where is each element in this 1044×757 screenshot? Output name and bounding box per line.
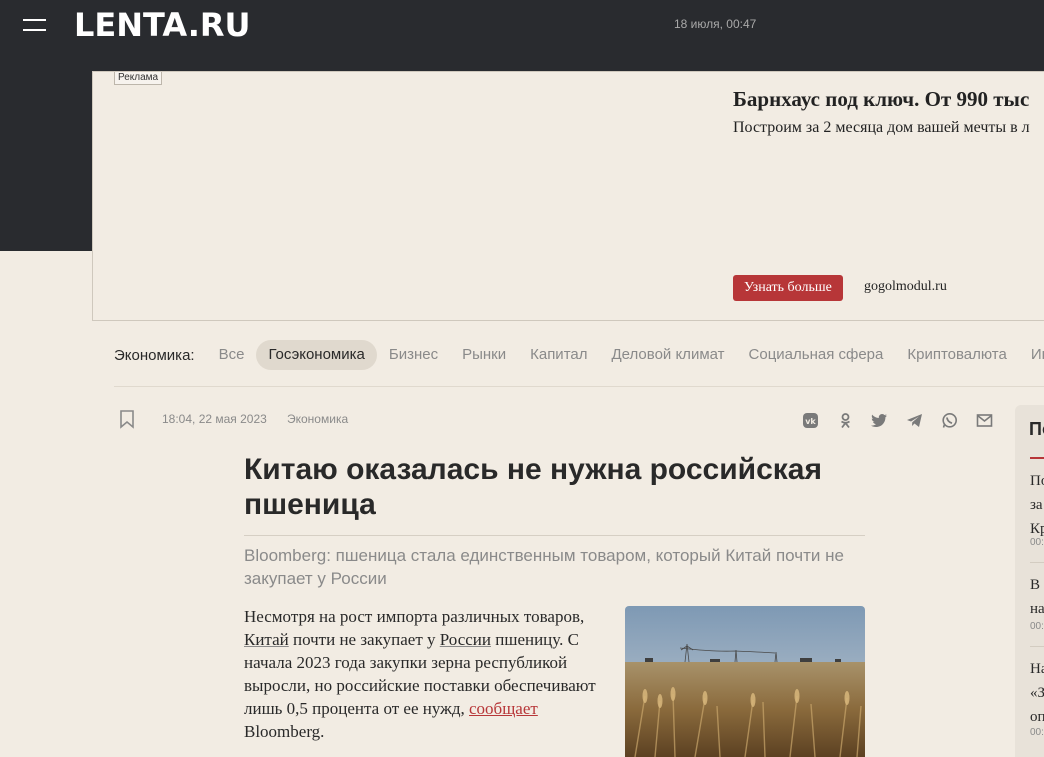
rubric-all[interactable]: Все [207,340,257,370]
rubrics-nav: Экономика: Все Госэкономика Бизнес Рынки… [114,340,1044,370]
divider [1030,562,1044,563]
rubrics-title: Экономика: [114,346,195,364]
sidebar-news-line: за [1030,497,1043,513]
divider [114,386,1044,387]
body-text: Несмотря на рост импорта различных товар… [244,607,585,626]
link-china[interactable]: Китай [244,630,289,649]
sidebar-news-time: 00: [1030,727,1044,738]
link-russia[interactable]: России [440,630,491,649]
sidebar-news-line: По [1030,473,1044,489]
logo[interactable]: LENTA.RU [74,5,251,45]
rubric-business[interactable]: Бизнес [377,340,450,370]
sidebar-news-line: оп [1030,709,1044,725]
bookmark-icon[interactable] [119,410,135,429]
body-text: почти не закупает у [288,630,440,649]
article-time: 18:04, 22 мая 2023 [162,412,267,426]
ok-icon[interactable] [836,411,854,429]
ad-banner[interactable]: Реклама Барнхаус под ключ. От 990 тыс По… [92,71,1044,321]
article-rubric-link[interactable]: Экономика [287,412,348,426]
link-source[interactable]: сообщает [469,699,538,718]
divider [1030,646,1044,647]
ad-description: Построим за 2 месяца дом вашей мечты в л [733,119,1030,136]
sidebar-news-item[interactable]: В на [1030,573,1044,621]
sidebar-news-time: 00: [1030,621,1044,632]
sidebar-title: По [1029,419,1044,439]
svg-text:vk: vk [805,417,816,426]
body-text: Bloomberg. [244,722,325,741]
ad-label: Реклама [114,72,163,85]
rubric-social[interactable]: Социальная сфера [737,340,896,370]
sidebar-news-line: на [1030,601,1044,617]
sidebar-news-line: «З [1030,685,1044,701]
popular-sidebar: По По за Кр 00: В на 00: На «З оп 00: [1015,405,1044,757]
vk-icon[interactable]: vk [801,411,819,429]
sidebar-news-line: На [1030,661,1044,677]
sidebar-news-line: В [1030,577,1041,593]
twitter-icon[interactable] [870,411,888,429]
rubric-goseconomy[interactable]: Госэкономика [256,340,377,370]
article-lead: Bloomberg: пшеница стала единственным то… [244,546,844,588]
mail-icon[interactable] [975,411,993,429]
sidebar-news-item[interactable]: На «З оп [1030,657,1044,729]
ad-domain[interactable]: gogolmodul.ru [864,279,947,295]
rubric-markets[interactable]: Рынки [450,340,518,370]
ad-title[interactable]: Барнхаус под ключ. От 990 тыс [733,87,1029,112]
article-photo[interactable] [625,606,865,757]
article-body: Несмотря на рост импорта различных товар… [244,605,604,743]
menu-icon[interactable] [23,17,46,33]
rubric-business-climate[interactable]: Деловой климат [600,340,737,370]
ad-learn-more-button[interactable]: Узнать больше [733,275,843,301]
rubric-capital[interactable]: Капитал [518,340,599,370]
whatsapp-icon[interactable] [940,411,958,429]
rubric-crypto[interactable]: Криптовалюта [895,340,1019,370]
header-date: 18 июля, 00:47 [674,17,757,31]
article-title: Китаю оказалась не нужна российская пшен… [244,453,822,521]
sidebar-news-item[interactable]: По за Кр [1030,469,1044,541]
telegram-icon[interactable] [905,411,923,429]
divider [244,535,865,536]
sidebar-accent [1030,457,1044,459]
rubric-more[interactable]: Ин [1019,340,1044,370]
sidebar-news-time: 00: [1030,537,1044,548]
